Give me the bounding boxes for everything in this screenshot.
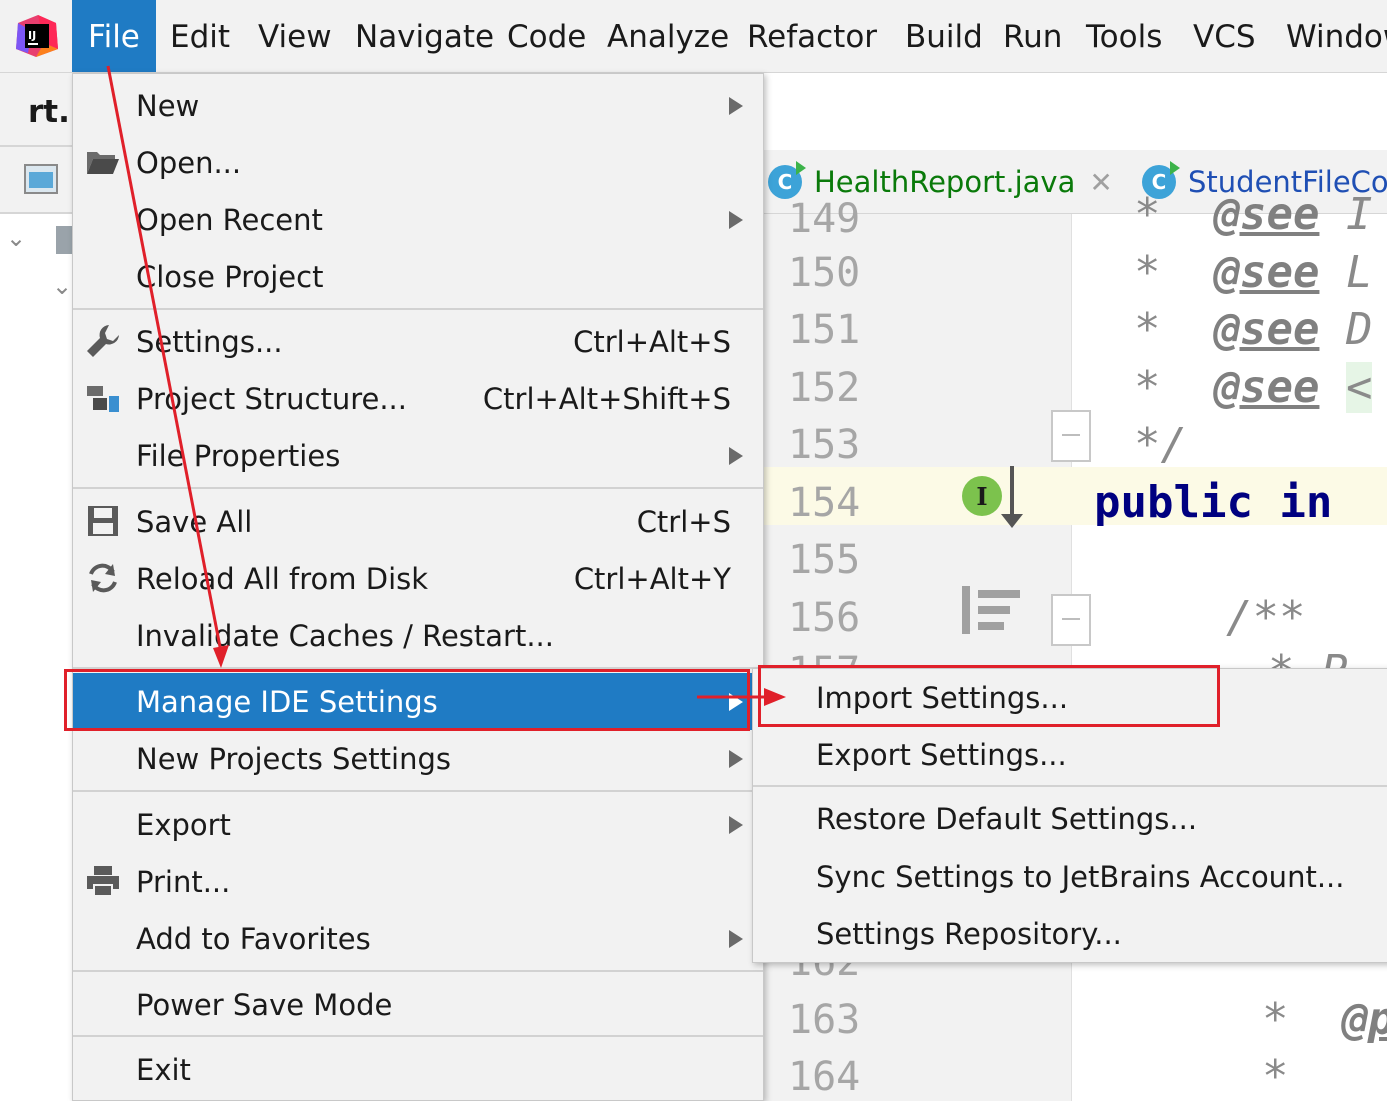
line-number: 149 — [788, 196, 861, 242]
submenu-arrow-icon — [729, 210, 743, 229]
panel-layout-icon[interactable] — [24, 164, 58, 194]
printer-icon — [87, 866, 119, 897]
project-tab-label[interactable]: rt. — [28, 94, 70, 130]
line-number: 150 — [788, 250, 861, 296]
chevron-down-icon[interactable]: ⌄ — [6, 224, 26, 252]
menu-item-close-project[interactable]: Close Project — [73, 248, 763, 305]
menu-navigate[interactable]: Navigate — [339, 0, 510, 72]
menu-separator — [73, 308, 763, 310]
menu-item-invalidate-caches[interactable]: Invalidate Caches / Restart... — [73, 607, 763, 664]
menu-item-new-projects-settings[interactable]: New Projects Settings — [73, 730, 763, 787]
menu-item-settings[interactable]: Settings... Ctrl+Alt+S — [73, 313, 763, 370]
code-line[interactable]: * @see < — [1134, 359, 1373, 417]
line-number: 154 — [788, 480, 861, 526]
render-doc-icon[interactable] — [962, 586, 1022, 636]
code-line[interactable]: * @see I — [1134, 186, 1372, 244]
menu-separator — [73, 790, 763, 792]
submenu-arrow-icon — [729, 815, 743, 834]
submenu-arrow-icon — [729, 929, 743, 948]
save-icon — [88, 506, 118, 536]
menu-code[interactable]: Code — [491, 0, 602, 72]
menu-item-new[interactable]: New — [73, 77, 763, 134]
code-line[interactable]: * @p — [1262, 991, 1387, 1049]
annotation-highlight-box — [758, 665, 1220, 727]
fold-collapse-icon[interactable] — [1051, 594, 1091, 646]
menu-analyze[interactable]: Analyze — [591, 0, 745, 72]
line-number: 151 — [788, 307, 861, 353]
menu-item-open[interactable]: Open... — [73, 134, 763, 191]
ide-window: IJ File Edit View Navigate Code Analyze … — [0, 0, 1387, 1101]
wrench-icon — [87, 325, 119, 357]
submenu-item-settings-repository[interactable]: Settings Repository... — [753, 905, 1387, 962]
close-icon[interactable]: ✕ — [1089, 166, 1112, 199]
line-number: 152 — [788, 365, 861, 411]
menu-item-power-save-mode[interactable]: Power Save Mode — [73, 976, 763, 1033]
line-number: 155 — [788, 537, 861, 583]
submenu-arrow-icon — [729, 96, 743, 115]
code-line[interactable]: * @see D — [1134, 301, 1372, 359]
intellij-logo-icon: IJ — [16, 15, 58, 57]
submenu-item-sync-settings[interactable]: Sync Settings to JetBrains Account... — [753, 848, 1387, 905]
submenu-item-restore-default-settings[interactable]: Restore Default Settings... — [753, 790, 1387, 847]
menu-build[interactable]: Build — [889, 0, 999, 72]
go-to-implementation-icon[interactable] — [1001, 466, 1023, 528]
menu-item-export[interactable]: Export — [73, 796, 763, 853]
file-menu-dropdown: New Open... Open Recent Close Project Se… — [72, 73, 764, 1101]
code-line[interactable]: */ — [1134, 416, 1187, 474]
menu-vcs[interactable]: VCS — [1177, 0, 1272, 72]
menu-item-exit[interactable]: Exit — [73, 1041, 763, 1098]
project-tree — [0, 214, 72, 1101]
menu-window[interactable]: Window — [1270, 0, 1387, 72]
menu-item-save-all[interactable]: Save All Ctrl+S — [73, 493, 763, 550]
line-number: 156 — [788, 595, 861, 641]
menu-refactor[interactable]: Refactor — [731, 0, 893, 72]
menu-item-reload-all[interactable]: Reload All from Disk Ctrl+Alt+Y — [73, 550, 763, 607]
code-line[interactable]: /** — [1226, 589, 1305, 647]
folder-open-icon — [87, 152, 119, 174]
project-structure-icon — [87, 386, 119, 412]
menu-bar: IJ File Edit View Navigate Code Analyze … — [0, 0, 1387, 73]
menu-tools[interactable]: Tools — [1070, 0, 1178, 72]
divider — [0, 145, 72, 147]
menu-view[interactable]: View — [242, 0, 348, 72]
menu-separator — [73, 1035, 763, 1037]
menu-item-print[interactable]: Print... — [73, 853, 763, 910]
annotation-highlight-box — [64, 669, 750, 731]
menu-item-file-properties[interactable]: File Properties — [73, 427, 763, 484]
submenu-arrow-icon — [729, 446, 743, 465]
menu-run[interactable]: Run — [987, 0, 1078, 72]
submenu-arrow-icon — [729, 749, 743, 768]
code-line[interactable]: * — [1262, 1048, 1289, 1101]
code-line[interactable]: * @see L — [1134, 244, 1372, 302]
menu-separator — [753, 785, 1387, 787]
fold-collapse-icon[interactable] — [1051, 410, 1091, 462]
chevron-down-icon[interactable]: ⌄ — [52, 272, 72, 300]
code-line-interface-declaration[interactable]: public in — [1094, 474, 1332, 532]
svg-text:IJ: IJ — [28, 29, 36, 42]
line-number: 164 — [788, 1054, 861, 1100]
menu-separator — [73, 487, 763, 489]
menu-edit[interactable]: Edit — [154, 0, 246, 72]
reload-icon — [89, 563, 117, 593]
line-number: 153 — [788, 422, 861, 468]
menu-separator — [73, 970, 763, 972]
menu-item-add-to-favorites[interactable]: Add to Favorites — [73, 910, 763, 967]
submenu-item-export-settings[interactable]: Export Settings... — [753, 726, 1387, 783]
menu-item-project-structure[interactable]: Project Structure... Ctrl+Alt+Shift+S — [73, 370, 763, 427]
menu-item-open-recent[interactable]: Open Recent — [73, 191, 763, 248]
line-number: 163 — [788, 997, 861, 1043]
menu-file[interactable]: File — [72, 0, 156, 72]
implemented-interface-icon[interactable]: I — [962, 476, 1002, 516]
tree-node-icon — [56, 226, 72, 254]
